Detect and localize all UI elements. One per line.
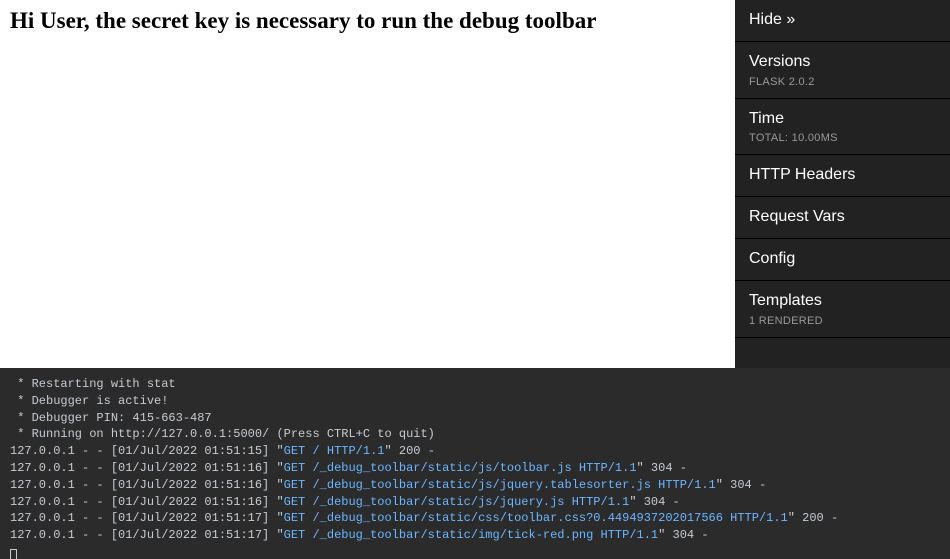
- panel-request-vars-label: Request Vars: [749, 207, 936, 228]
- terminal-line: 127.0.0.1 - - [01/Jul/2022 01:51:16] "GE…: [10, 477, 940, 494]
- panel-hide-label: Hide »: [749, 10, 936, 31]
- main-content: Hi User, the secret key is necessary to …: [0, 0, 735, 368]
- terminal-line: * Running on http://127.0.0.1:5000/ (Pre…: [10, 426, 940, 443]
- terminal-line: 127.0.0.1 - - [01/Jul/2022 01:51:16] "GE…: [10, 494, 940, 511]
- panel-time-sub: TOTAL: 10.00ms: [749, 132, 936, 144]
- panel-hide[interactable]: Hide »: [735, 0, 950, 42]
- panel-http-headers-label: HTTP Headers: [749, 165, 936, 186]
- debug-toolbar: Hide » Versions Flask 2.0.2 Time TOTAL: …: [735, 0, 950, 368]
- terminal-cursor: [10, 544, 940, 559]
- terminal-output[interactable]: * Restarting with stat * Debugger is act…: [0, 368, 950, 559]
- panel-request-vars[interactable]: Request Vars: [735, 197, 950, 239]
- terminal-line: * Debugger is active!: [10, 393, 940, 410]
- terminal-line: * Restarting with stat: [10, 376, 940, 393]
- panel-config-label: Config: [749, 249, 936, 270]
- panel-versions[interactable]: Versions Flask 2.0.2: [735, 42, 950, 99]
- terminal-line: * Debugger PIN: 415-663-487: [10, 410, 940, 427]
- panel-templates[interactable]: Templates 1 rendered: [735, 281, 950, 338]
- terminal-line: 127.0.0.1 - - [01/Jul/2022 01:51:15] "GE…: [10, 443, 940, 460]
- panel-templates-label: Templates: [749, 291, 936, 312]
- panel-http-headers[interactable]: HTTP Headers: [735, 155, 950, 197]
- panel-time[interactable]: Time TOTAL: 10.00ms: [735, 99, 950, 156]
- panel-versions-label: Versions: [749, 52, 936, 73]
- page-heading: Hi User, the secret key is necessary to …: [10, 8, 725, 34]
- terminal-line: 127.0.0.1 - - [01/Jul/2022 01:51:16] "GE…: [10, 460, 940, 477]
- panel-config[interactable]: Config: [735, 239, 950, 281]
- panel-time-label: Time: [749, 109, 936, 130]
- terminal-line: 127.0.0.1 - - [01/Jul/2022 01:51:17] "GE…: [10, 510, 940, 527]
- panel-versions-sub: Flask 2.0.2: [749, 76, 936, 88]
- terminal-line: 127.0.0.1 - - [01/Jul/2022 01:51:17] "GE…: [10, 527, 940, 544]
- panel-templates-sub: 1 rendered: [749, 315, 936, 327]
